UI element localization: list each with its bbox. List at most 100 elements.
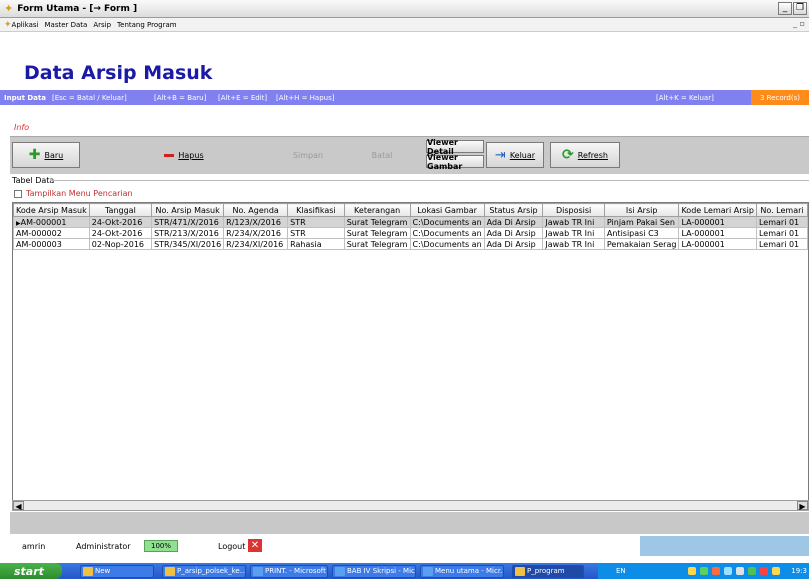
cell[interactable]: Lemari 01: [755, 227, 808, 239]
taskbar-item[interactable]: PRINT. - Microsoft ...: [250, 565, 328, 578]
col-status-arsip[interactable]: Status Arsip: [483, 203, 544, 217]
status-role: Administrator: [76, 542, 131, 551]
tray-icon[interactable]: [748, 567, 756, 575]
taskbar-item-active[interactable]: P_program: [512, 565, 584, 578]
batal-button[interactable]: Batal: [348, 142, 416, 168]
cell[interactable]: Ada Di Arsip: [483, 238, 544, 250]
cell[interactable]: LA-000001: [678, 238, 757, 250]
title-bar: ✦ Form Utama - [→ Form ] _ ❐: [0, 0, 809, 18]
cell[interactable]: R/123/X/2016: [223, 216, 289, 228]
page-header: Data Arsip Masuk: [0, 32, 809, 90]
data-grid[interactable]: Kode Arsip Masuk Tanggal No. Arsip Masuk…: [12, 202, 809, 501]
table-row[interactable]: AM-000003 02-Nop-2016 STR/345/XI/2016 R/…: [13, 238, 808, 250]
hapus-button[interactable]: Hapus: [150, 142, 218, 168]
menu-item-tentang-program[interactable]: Tentang Program: [117, 21, 177, 29]
tray-icon[interactable]: [760, 567, 768, 575]
cell[interactable]: ▶AM-000001: [13, 216, 90, 228]
shortcut-esc: [Esc = Batal / Keluar]: [52, 93, 127, 102]
col-disposisi[interactable]: Disposisi: [542, 203, 605, 217]
scroll-right-icon[interactable]: ▶: [797, 501, 808, 511]
cell[interactable]: AM-000002: [13, 227, 90, 239]
col-lokasi-gambar[interactable]: Lokasi Gambar: [409, 203, 485, 217]
cell[interactable]: Surat Telegram: [343, 216, 411, 228]
keluar-button[interactable]: ⇥ Keluar: [486, 142, 544, 168]
col-kode-arsip-masuk[interactable]: Kode Arsip Masuk: [13, 203, 90, 217]
folder-icon: [165, 567, 175, 576]
cell[interactable]: Antisipasi C3: [603, 227, 680, 239]
taskbar-item[interactable]: BAB IV Skripsi - Mic...: [332, 565, 416, 578]
search-toggle-checkbox[interactable]: [14, 189, 22, 198]
cell[interactable]: Pemakaian Serag: [603, 238, 680, 250]
cell[interactable]: Surat Telegram: [343, 227, 411, 239]
cell[interactable]: LA-000001: [678, 227, 757, 239]
table-row[interactable]: ▶AM-000001 24-Okt-2016 STR/471/X/2016 R/…: [13, 216, 808, 228]
cell[interactable]: R/234/X/2016: [223, 227, 289, 239]
cell[interactable]: 24-Okt-2016: [88, 227, 153, 239]
cell[interactable]: Surat Telegram: [343, 238, 411, 250]
status-panel: [640, 536, 809, 556]
logout-icon[interactable]: ✕: [248, 539, 262, 552]
cell[interactable]: Ada Di Arsip: [483, 216, 544, 228]
baru-button[interactable]: ✚ Baru: [12, 142, 80, 168]
col-klasifikasi[interactable]: Klasifikasi: [287, 203, 345, 217]
taskbar-item[interactable]: New: [80, 565, 154, 578]
search-toggle[interactable]: Tampilkan Menu Pencarian: [14, 189, 133, 198]
menu-item-master-data[interactable]: Master Data: [44, 21, 87, 29]
minimize-button[interactable]: _: [778, 2, 792, 15]
language-indicator[interactable]: EN: [616, 567, 626, 575]
cell[interactable]: STR: [287, 216, 345, 228]
cell[interactable]: Lemari 01: [755, 216, 808, 228]
tray-icon[interactable]: [688, 567, 696, 575]
cell[interactable]: STR/471/X/2016: [151, 216, 225, 228]
table-row[interactable]: AM-000002 24-Okt-2016 STR/213/X/2016 R/2…: [13, 227, 808, 239]
col-tanggal[interactable]: Tanggal: [88, 203, 153, 217]
table-group-divider: [50, 180, 809, 181]
cell[interactable]: LA-000001: [678, 216, 757, 228]
cell[interactable]: Pinjam Pakai Sen: [603, 216, 680, 228]
col-kode-lemari-arsip[interactable]: Kode Lemari Arsip: [678, 203, 757, 217]
col-isi-arsip[interactable]: Isi Arsip: [603, 203, 680, 217]
taskbar-item[interactable]: P_arsip_polsek_ke...: [162, 565, 246, 578]
horizontal-scrollbar[interactable]: ◀ ▶: [12, 500, 809, 511]
cell[interactable]: AM-000003: [13, 238, 90, 250]
shortcut-keluar: [Alt+K = Keluar]: [656, 93, 714, 102]
cell[interactable]: Jawab TR Ini: [542, 238, 605, 250]
refresh-icon: ⟳: [562, 147, 574, 163]
cell[interactable]: Jawab TR Ini: [542, 216, 605, 228]
cell[interactable]: 02-Nop-2016: [88, 238, 153, 250]
taskbar-item[interactable]: Menu utama - Micr...: [420, 565, 504, 578]
simpan-button[interactable]: Simpan: [274, 142, 342, 168]
tray-icon[interactable]: [712, 567, 720, 575]
refresh-button[interactable]: ⟳ Refresh: [550, 142, 620, 168]
cell[interactable]: C:\Documents an: [409, 227, 485, 239]
menu-item-arsip[interactable]: Arsip: [93, 21, 111, 29]
cell[interactable]: STR: [287, 227, 345, 239]
cell[interactable]: Jawab TR Ini: [542, 227, 605, 239]
col-no-agenda[interactable]: No. Agenda: [223, 203, 289, 217]
cell[interactable]: STR/345/XI/2016: [151, 238, 225, 250]
viewer-detail-button[interactable]: Viewer Detail: [426, 138, 484, 156]
cell[interactable]: R/234/XI/2016: [223, 238, 289, 250]
cell[interactable]: Lemari 01: [755, 238, 808, 250]
col-no-lemari[interactable]: No. Lemari: [755, 203, 808, 217]
col-keterangan[interactable]: Keterangan: [343, 203, 411, 217]
viewer-gambar-button[interactable]: Viewer Gambar: [426, 153, 484, 171]
start-button[interactable]: start: [0, 563, 62, 579]
cell[interactable]: Ada Di Arsip: [483, 227, 544, 239]
menu-item-aplikasi[interactable]: Aplikasi: [12, 21, 39, 29]
mdi-controls[interactable]: _ ▫: [793, 19, 805, 28]
cell[interactable]: 24-Okt-2016: [88, 216, 153, 228]
tray-icon[interactable]: [736, 567, 744, 575]
restore-button[interactable]: ❐: [793, 2, 807, 15]
tray-icon[interactable]: [700, 567, 708, 575]
header-row: Kode Arsip Masuk Tanggal No. Arsip Masuk…: [13, 203, 808, 217]
cell[interactable]: Rahasia: [287, 238, 345, 250]
tray-icon[interactable]: [772, 567, 780, 575]
logout-label[interactable]: Logout: [218, 542, 245, 551]
cell[interactable]: C:\Documents an: [409, 216, 485, 228]
tray-icon[interactable]: [724, 567, 732, 575]
cell[interactable]: STR/213/X/2016: [151, 227, 225, 239]
col-no-arsip-masuk[interactable]: No. Arsip Masuk: [151, 203, 225, 217]
cell[interactable]: C:\Documents an: [409, 238, 485, 250]
scroll-left-icon[interactable]: ◀: [13, 501, 24, 511]
